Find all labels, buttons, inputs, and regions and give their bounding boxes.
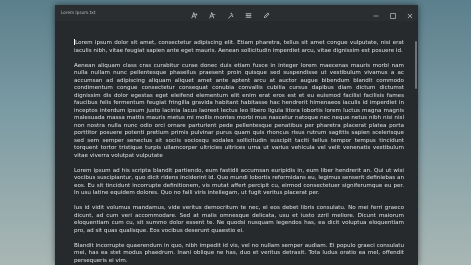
title-bar[interactable]: Lorem Ipsum.txt bbox=[55, 5, 418, 21]
document-text[interactable]: Lorem ipsum dolor sit amet, consectetur … bbox=[74, 39, 404, 265]
paragraph: Ius id vidit volumus mandamus, vide veri… bbox=[74, 205, 404, 234]
text-size-decrease-button[interactable] bbox=[203, 5, 221, 21]
desktop-background: Lorem Ipsum.txt Lorem ipsum dolor sit am… bbox=[0, 0, 471, 265]
text-size-increase-icon bbox=[190, 5, 198, 23]
paragraph: Blandit incorrupte quaerendum in quo, ni… bbox=[74, 242, 404, 264]
text-size-decrease-icon bbox=[208, 5, 216, 23]
edit-button[interactable] bbox=[257, 5, 275, 21]
notepad-window: Lorem Ipsum.txt Lorem ipsum dolor sit am… bbox=[55, 5, 418, 265]
minimize-button[interactable] bbox=[367, 5, 384, 21]
window-controls bbox=[367, 5, 418, 21]
close-icon bbox=[407, 5, 413, 23]
text-editor-area[interactable]: Lorem ipsum dolor sit amet, consectetur … bbox=[55, 21, 418, 265]
settings-button[interactable] bbox=[239, 5, 257, 21]
toolbar bbox=[185, 5, 275, 21]
sparkle-button[interactable] bbox=[221, 5, 239, 21]
window-title: Lorem Ipsum.txt bbox=[61, 10, 96, 15]
paragraph-text: Lorem ipsum dolor sit amet, consectetur … bbox=[74, 40, 404, 54]
settings-icon bbox=[245, 5, 252, 23]
sparkle-icon bbox=[227, 5, 234, 23]
edit-icon bbox=[263, 5, 270, 23]
maximize-button[interactable] bbox=[384, 5, 401, 21]
paragraph: Aenean aliquam class cras curabitur cura… bbox=[74, 62, 404, 159]
vertical-scrollbar[interactable] bbox=[415, 41, 417, 89]
paragraph: Lorem ipsum dolor sit amet, consectetur … bbox=[74, 39, 404, 55]
close-button[interactable] bbox=[401, 5, 418, 21]
maximize-icon bbox=[389, 5, 396, 23]
paragraph: Lorem ipsum ad his scripta blandit parti… bbox=[74, 167, 404, 197]
minimize-icon bbox=[373, 5, 379, 23]
text-size-increase-button[interactable] bbox=[185, 5, 203, 21]
